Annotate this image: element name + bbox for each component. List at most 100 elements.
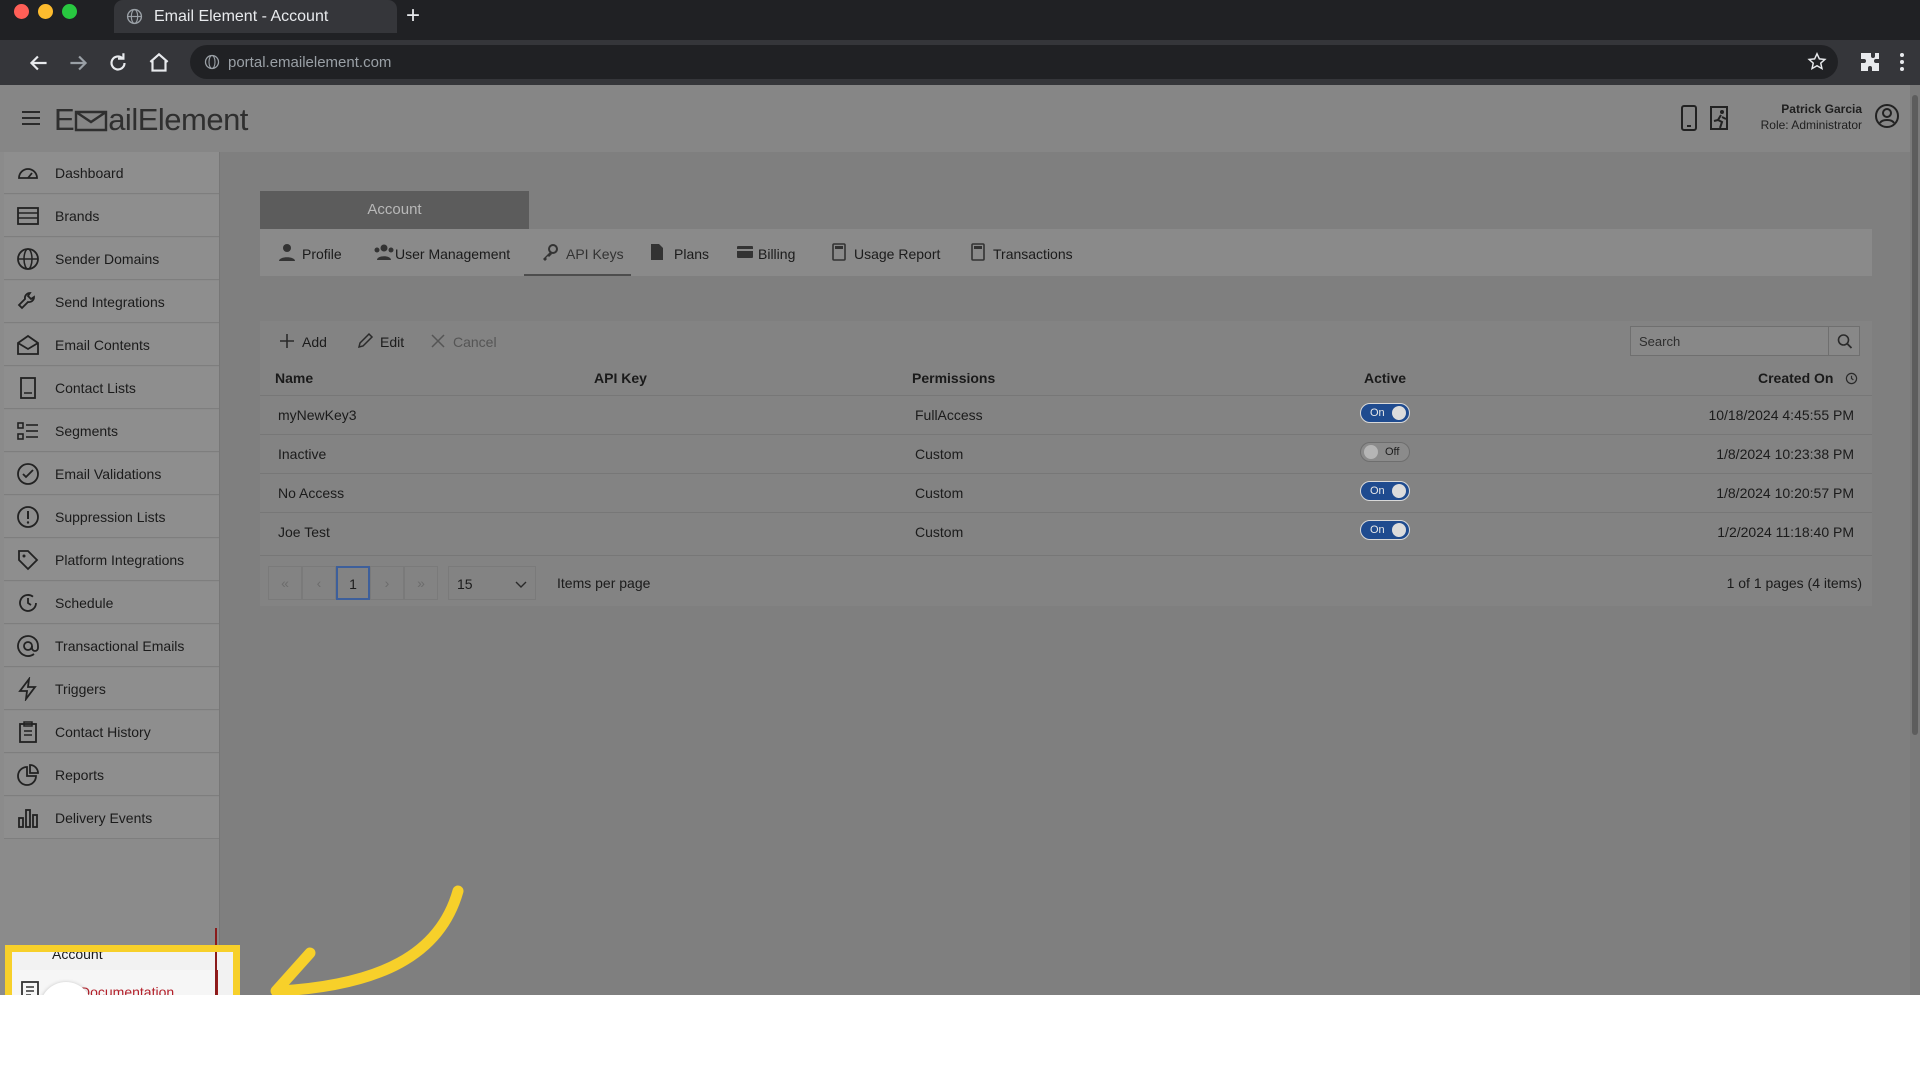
globe-icon — [17, 248, 39, 270]
table-row[interactable]: myNewKey3 FullAccess On 10/18/2024 4:45:… — [260, 395, 1872, 434]
mobile-device-icon[interactable] — [1678, 105, 1700, 131]
page-scrollbar[interactable] — [1910, 85, 1920, 995]
pager-info: 1 of 1 pages (4 items) — [1726, 575, 1862, 591]
next-page-button[interactable]: › — [370, 566, 404, 600]
tab-api-keys[interactable]: API Keys — [524, 229, 631, 276]
tab-label: Plans — [674, 246, 710, 262]
tab-billing[interactable]: Billing — [736, 229, 800, 276]
app-window: EailElement Patrick Garcia Role: Adminis… — [0, 85, 1920, 1042]
email-element-logo[interactable]: EailElement — [54, 102, 248, 138]
sidebar-item-sender-domains[interactable]: Sender Domains — [4, 238, 219, 280]
browser-tab-title: Email Element - Account — [154, 8, 329, 25]
add-button[interactable]: Add — [278, 332, 333, 350]
maximize-window-button[interactable] — [62, 4, 77, 19]
sidebar-item-transactional-emails[interactable]: Transactional Emails — [4, 625, 219, 667]
reload-icon[interactable] — [105, 50, 131, 76]
sidebar-item-label: Send Integrations — [55, 294, 165, 310]
account-tabs: Profile User Management API Keys Plans B… — [260, 229, 1872, 276]
cell-created-on: 1/8/2024 10:20:57 PM — [1716, 485, 1854, 501]
minimize-window-button[interactable] — [38, 4, 53, 19]
sidebar-item-segments[interactable]: Segments — [4, 410, 219, 452]
sidebar-item-suppression-lists[interactable]: Suppression Lists — [4, 496, 219, 538]
user-avatar-icon[interactable] — [1874, 103, 1900, 129]
browser-menu-icon[interactable] — [1890, 50, 1914, 74]
calculator-icon — [832, 243, 846, 261]
sidebar-item-contact-history[interactable]: Contact History — [4, 711, 219, 753]
active-toggle[interactable]: Off — [1360, 442, 1410, 462]
forward-icon[interactable] — [65, 50, 91, 76]
items-per-page-label: Items per page — [557, 575, 651, 591]
column-header-active[interactable]: Active — [1364, 370, 1406, 386]
table-row[interactable]: Joe Test Custom On 1/2/2024 11:18:40 PM — [260, 512, 1872, 551]
extensions-icon[interactable] — [1858, 50, 1882, 74]
search-input[interactable] — [1631, 327, 1829, 355]
chevron-down-icon — [515, 581, 527, 588]
sidebar-item-platform-integrations[interactable]: Platform Integrations — [4, 539, 219, 581]
tab-transactions[interactable]: Transactions — [969, 229, 1073, 276]
address-bar[interactable]: portal.emailelement.com — [190, 45, 1838, 79]
column-header-api-key[interactable]: API Key — [594, 370, 647, 386]
logout-icon[interactable] — [1708, 105, 1734, 131]
scrollbar-thumb[interactable] — [1912, 95, 1918, 735]
site-info-icon[interactable] — [204, 54, 220, 70]
toggle-knob — [1392, 523, 1406, 537]
document-icon — [20, 377, 36, 399]
cell-created-on: 1/8/2024 10:23:38 PM — [1716, 446, 1854, 462]
bookmark-star-icon[interactable] — [1806, 51, 1828, 73]
active-toggle[interactable]: On — [1360, 403, 1410, 423]
page-size-select[interactable]: 15 — [448, 566, 536, 600]
sidebar-item-brands[interactable]: Brands — [4, 195, 219, 237]
active-toggle[interactable]: On — [1360, 520, 1410, 540]
grid-toolbar: Add Edit Cancel — [260, 321, 1872, 361]
sidebar-item-email-contents[interactable]: Email Contents — [4, 324, 219, 366]
segments-icon — [17, 422, 38, 440]
page-number-button[interactable]: 1 — [336, 566, 370, 600]
browser-chrome: Email Element - Account + portal.emailel… — [0, 0, 1920, 85]
column-header-name[interactable]: Name — [275, 370, 313, 386]
tab-label: Profile — [302, 246, 342, 262]
sidebar-item-dashboard[interactable]: Dashboard — [4, 152, 219, 194]
edit-button[interactable]: Edit — [356, 332, 411, 350]
user-name: Patrick Garcia — [1781, 102, 1862, 116]
home-icon[interactable] — [146, 50, 172, 76]
table-row[interactable]: No Access Custom On 1/8/2024 10:20:57 PM — [260, 473, 1872, 512]
close-window-button[interactable] — [14, 4, 29, 19]
logo-text-rest: ailElement — [108, 102, 248, 137]
cancel-button[interactable]: Cancel — [429, 332, 499, 350]
document-icon — [651, 244, 663, 260]
table-row[interactable]: Inactive Custom Off 1/8/2024 10:23:38 PM — [260, 434, 1872, 473]
sidebar-item-contact-lists[interactable]: Contact Lists — [4, 367, 219, 409]
prev-page-button[interactable]: ‹ — [302, 566, 336, 600]
sidebar-item-triggers[interactable]: Triggers — [4, 668, 219, 710]
at-sign-icon — [17, 635, 39, 657]
first-page-button[interactable]: « — [268, 566, 302, 600]
sidebar-item-reports[interactable]: Reports — [4, 754, 219, 796]
new-tab-button[interactable]: + — [406, 2, 420, 30]
sidebar-item-schedule[interactable]: Schedule — [4, 582, 219, 624]
user-role: Role: Administrator — [1760, 118, 1862, 132]
close-icon — [431, 334, 445, 348]
column-header-permissions[interactable]: Permissions — [912, 370, 995, 386]
back-icon[interactable] — [26, 50, 52, 76]
clipboard-icon — [19, 721, 37, 743]
browser-tab[interactable]: Email Element - Account — [114, 0, 397, 33]
tab-usage-report[interactable]: Usage Report — [830, 229, 940, 276]
sidebar-item-label: Brands — [55, 208, 100, 224]
column-header-created-on[interactable]: Created On — [1758, 370, 1858, 386]
logo-envelope-icon — [74, 110, 108, 132]
hamburger-menu-icon[interactable] — [22, 110, 40, 126]
tab-user-management[interactable]: User Management — [373, 229, 513, 276]
sidebar-item-label: Delivery Events — [55, 810, 153, 826]
active-toggle[interactable]: On — [1360, 481, 1410, 501]
globe-icon — [126, 8, 143, 25]
tab-plans[interactable]: Plans — [648, 229, 710, 276]
sidebar-item-send-integrations[interactable]: Send Integrations — [4, 281, 219, 323]
last-page-button[interactable]: » — [404, 566, 438, 600]
search-icon[interactable] — [1830, 327, 1859, 355]
sidebar-item-delivery-events[interactable]: Delivery Events — [4, 797, 219, 839]
browser-toolbar: portal.emailelement.com — [0, 40, 1920, 85]
sidebar-item-email-validations[interactable]: Email Validations — [4, 453, 219, 495]
clock-icon — [1846, 372, 1858, 385]
cell-permissions: Custom — [915, 446, 964, 462]
tab-profile[interactable]: Profile — [278, 229, 350, 276]
